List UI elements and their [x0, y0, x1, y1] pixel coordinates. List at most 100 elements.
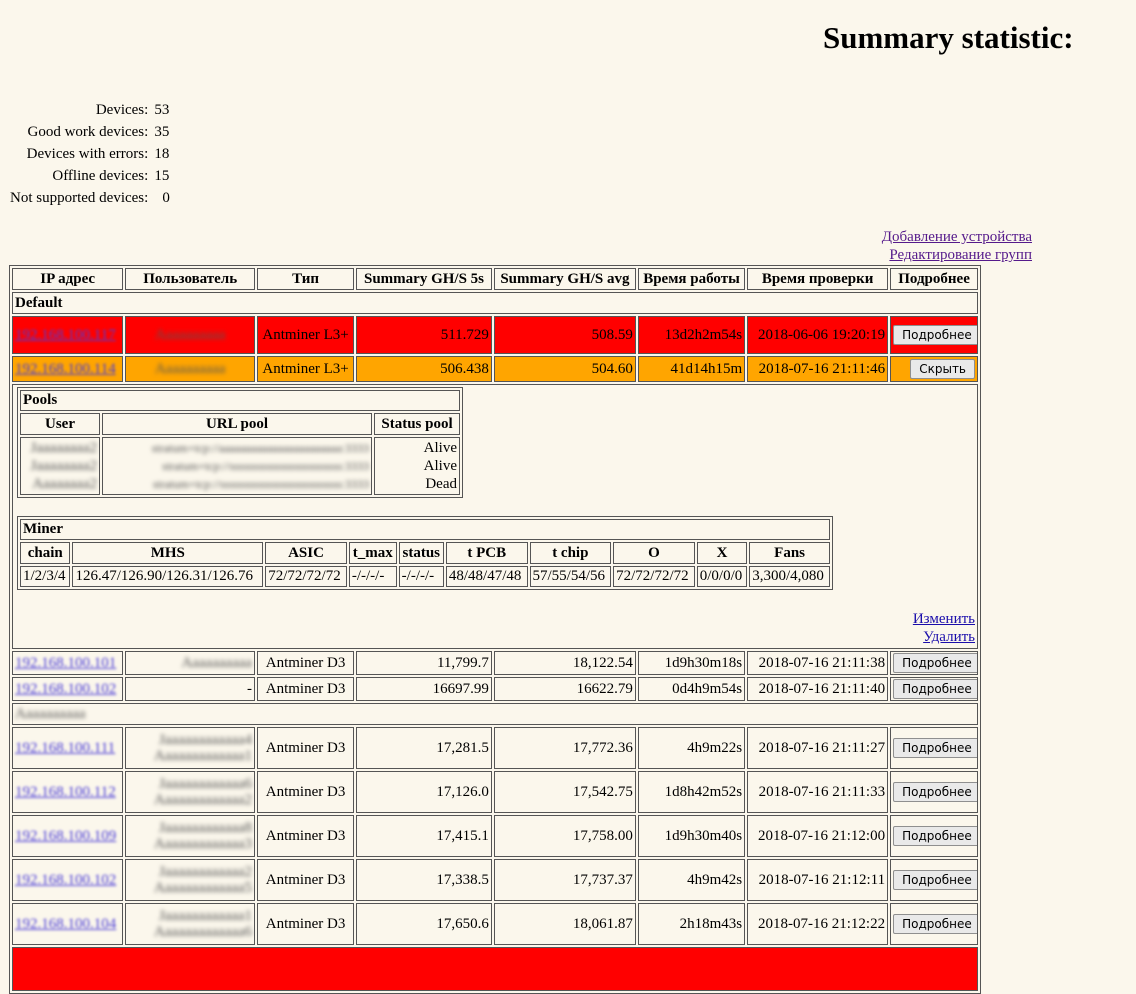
column-header: Время работы	[637, 268, 746, 290]
device-uptime: 0d4h9m54s	[637, 677, 746, 701]
pools-caption: Pools	[20, 390, 460, 411]
stat-label: Offline devices:	[52, 168, 149, 184]
miner-header: t_max	[348, 542, 397, 564]
stat-label: Good work devices:	[27, 124, 149, 140]
device-ip-link[interactable]: 192.168.100.102	[15, 872, 116, 889]
device-user: -	[125, 677, 256, 701]
miner-header: t chip	[529, 542, 612, 564]
details-button[interactable]: Подробнее	[893, 738, 978, 758]
device-user: Jаааааааааааа2	[158, 864, 253, 880]
device-user: Jаааааааааааа4	[158, 732, 253, 748]
miner-header: ASIC	[265, 542, 347, 564]
device-uptime: 1d9h30m18s	[637, 651, 746, 675]
device-user: Jаааааааааааа1	[158, 908, 253, 924]
device-ip-link[interactable]: 192.168.100.111	[15, 740, 115, 757]
details-button[interactable]: Подробнее	[893, 325, 978, 345]
device-uptime: 41d14h15m	[637, 356, 746, 382]
delete-link[interactable]: Удалить	[923, 629, 975, 645]
device-gh5s: 17,281.5	[356, 727, 492, 769]
hide-button[interactable]: Скрыть	[910, 359, 975, 379]
device-user: Jаааааааааааа6	[158, 776, 253, 792]
miner-header: chain	[20, 542, 71, 564]
pool-url: stratum+tcp://ssssssssssssssssssssssss:3…	[162, 459, 369, 473]
edit-groups-link[interactable]: Редактирование групп	[889, 247, 1032, 263]
details-button[interactable]: Подробнее	[893, 653, 978, 673]
stat-label: Not supported devices:	[10, 190, 149, 206]
pool-user: Jаааааааа2	[30, 458, 97, 474]
details-button[interactable]: Подробнее	[893, 782, 978, 802]
table-row: 192.168.100.104 Jаааааааааааа1 Аааааааааа…	[12, 903, 978, 945]
stat-label: Devices with errors:	[26, 146, 149, 162]
miner-header: t PCB	[445, 542, 528, 564]
pools-header: User	[20, 413, 100, 435]
device-ghavg: 16622.79	[493, 677, 636, 701]
stat-value: 53	[154, 102, 170, 118]
device-user: Аааааааааа	[154, 360, 226, 377]
column-header: Summary GH/S avg	[493, 268, 636, 290]
device-user-secondary: Ааааааааааааа5	[154, 880, 253, 896]
miner-value: 1/2/3/4	[20, 566, 71, 587]
device-type: Antminer D3	[257, 859, 355, 901]
device-gh5s: 506.438	[356, 356, 492, 382]
device-checked: 2018-07-16 21:12:11	[747, 859, 889, 901]
device-type: Antminer D3	[257, 815, 355, 857]
miner-caption: Miner	[20, 519, 830, 540]
miner-value: -/-/-/-	[398, 566, 444, 587]
summary-stats: Devices: 53 Good work devices: 35 Devices …	[8, 99, 170, 209]
column-header: Summary GH/S 5s	[356, 268, 492, 290]
miner-value: 126.47/126.90/126.31/126.76	[72, 566, 264, 587]
device-gh5s: 17,415.1	[356, 815, 492, 857]
device-ip-link[interactable]: 192.168.100.112	[15, 784, 116, 801]
miner-value: 48/48/47/48	[445, 566, 528, 587]
device-type: Antminer D3	[257, 903, 355, 945]
device-ghavg: 17,737.37	[493, 859, 636, 901]
device-checked: 2018-07-16 21:11:46	[747, 356, 889, 382]
pools-header: Status pool	[374, 413, 460, 435]
pools-header: URL pool	[102, 413, 372, 435]
device-ip-link[interactable]: 192.168.100.117	[15, 327, 116, 344]
table-row: 192.168.100.109 Jаааааааааааа8 Аааааааааа…	[12, 815, 978, 857]
details-button[interactable]: Подробнее	[893, 679, 978, 699]
device-type: Antminer D3	[257, 771, 355, 813]
column-header: IP адрес	[12, 268, 124, 290]
device-gh5s: 17,338.5	[356, 859, 492, 901]
device-type: Antminer D3	[257, 727, 355, 769]
miner-value: 72/72/72/72	[265, 566, 347, 587]
pool-status: Alive	[423, 458, 457, 474]
device-ip-link[interactable]: 192.168.100.101	[15, 655, 116, 672]
device-checked: 2018-07-16 21:12:00	[747, 815, 889, 857]
add-device-link[interactable]: Добавление устройства	[882, 229, 1032, 245]
device-checked: 2018-06-06 19:20:19	[747, 316, 889, 354]
device-ip-link[interactable]: 192.168.100.114	[15, 361, 116, 378]
device-type: Antminer D3	[257, 677, 355, 701]
device-checked: 2018-07-16 21:11:40	[747, 677, 889, 701]
column-header: Пользователь	[125, 268, 256, 290]
device-ip-link[interactable]: 192.168.100.102	[15, 681, 116, 698]
device-ghavg: 17,772.36	[493, 727, 636, 769]
pools-table: Pools User URL pool Status pool Jааааааа…	[17, 387, 463, 498]
miner-value: 57/55/54/56	[529, 566, 612, 587]
device-uptime: 13d2h2m54s	[637, 316, 746, 354]
group-name: Аааааааааа	[15, 705, 86, 722]
device-uptime: 1d9h30m40s	[637, 815, 746, 857]
pool-url: stratum+tcp://ааааааааааааааааааааааа:33…	[151, 441, 369, 455]
device-details: Pools User URL pool Status pool Jааааааа…	[12, 384, 978, 649]
details-button[interactable]: Подробнее	[893, 826, 978, 846]
edit-link[interactable]: Изменить	[913, 611, 975, 627]
device-user-secondary: Ааааааааааааа3	[154, 836, 253, 852]
device-ip-link[interactable]: 192.168.100.104	[15, 916, 116, 933]
miner-table: Miner chain MHS ASIC t_max status t PCB …	[17, 516, 833, 590]
device-ghavg: 508.59	[493, 316, 636, 354]
device-user: Аааааааааа	[181, 654, 253, 671]
top-links: Добавление устройства Редактирование гру…	[882, 228, 1032, 264]
page-title: Summary statistic:	[823, 20, 1074, 55]
device-user-secondary: Ааааааааааааа6	[154, 924, 253, 940]
details-button[interactable]: Подробнее	[893, 914, 978, 934]
device-ghavg: 18,122.54	[493, 651, 636, 675]
device-user-secondary: Ааааааааааааа2	[154, 792, 253, 808]
device-ghavg: 504.60	[493, 356, 636, 382]
device-type: Antminer L3+	[257, 356, 355, 382]
device-ip-link[interactable]: 192.168.100.109	[15, 828, 116, 845]
details-button[interactable]: Подробнее	[893, 870, 978, 890]
device-type: Antminer D3	[257, 651, 355, 675]
